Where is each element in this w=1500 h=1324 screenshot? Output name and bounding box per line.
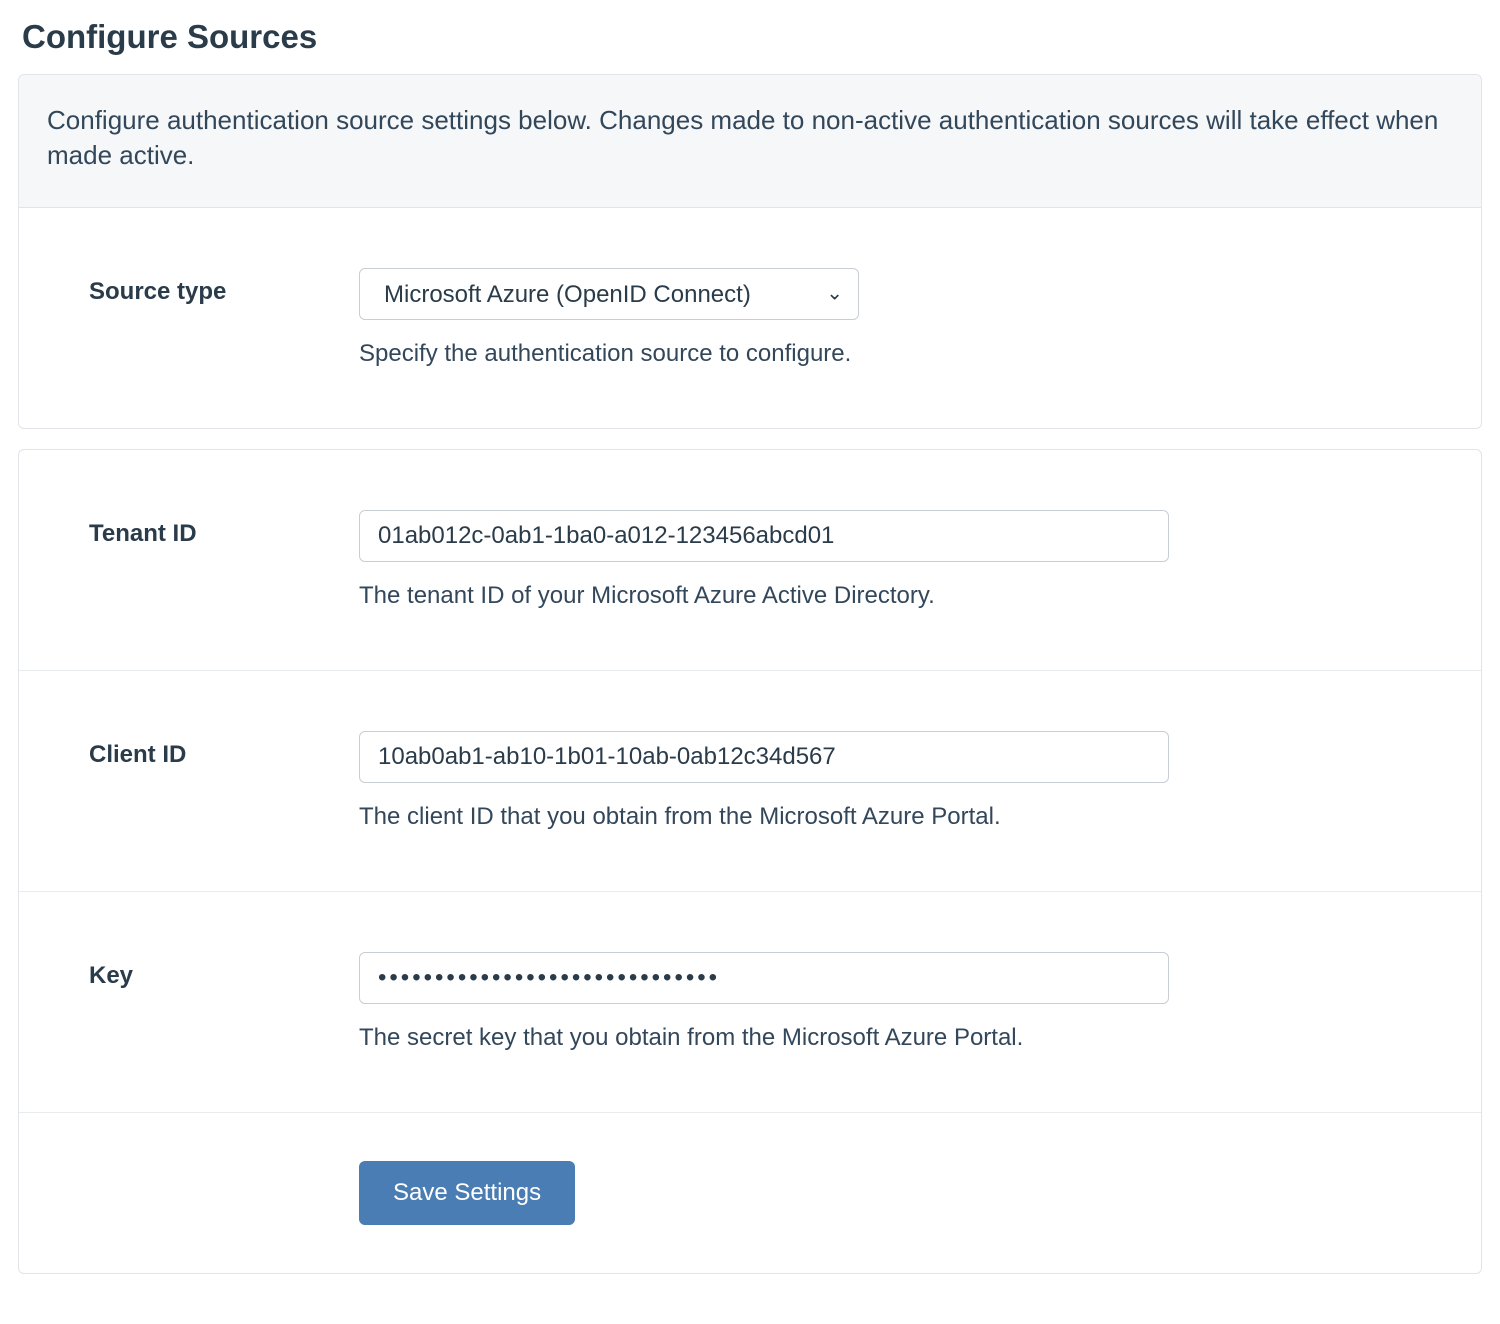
key-help: The secret key that you obtain from the … bbox=[359, 1024, 1411, 1052]
key-label: Key bbox=[89, 962, 133, 989]
page-title: Configure Sources bbox=[22, 18, 1482, 56]
key-row: Key The secret key that you obtain from … bbox=[19, 892, 1481, 1113]
tenant-id-input[interactable] bbox=[359, 510, 1169, 562]
intro-text: Configure authentication source settings… bbox=[19, 75, 1481, 208]
tenant-id-help: The tenant ID of your Microsoft Azure Ac… bbox=[359, 582, 1411, 610]
tenant-id-label: Tenant ID bbox=[89, 520, 197, 547]
tenant-id-row: Tenant ID The tenant ID of your Microsof… bbox=[19, 450, 1481, 671]
source-type-card: Configure authentication source settings… bbox=[18, 74, 1482, 429]
source-type-label: Source type bbox=[89, 278, 226, 305]
key-input[interactable] bbox=[359, 952, 1169, 1004]
save-settings-button[interactable]: Save Settings bbox=[359, 1161, 575, 1225]
actions-row: Save Settings bbox=[19, 1113, 1481, 1273]
source-type-select[interactable]: Microsoft Azure (OpenID Connect) bbox=[359, 268, 859, 320]
client-id-row: Client ID The client ID that you obtain … bbox=[19, 671, 1481, 892]
client-id-help: The client ID that you obtain from the M… bbox=[359, 803, 1411, 831]
source-type-row: Source type Microsoft Azure (OpenID Conn… bbox=[19, 208, 1481, 428]
client-id-input[interactable] bbox=[359, 731, 1169, 783]
client-id-label: Client ID bbox=[89, 741, 186, 768]
source-type-help: Specify the authentication source to con… bbox=[359, 340, 1411, 368]
credentials-card: Tenant ID The tenant ID of your Microsof… bbox=[18, 449, 1482, 1274]
